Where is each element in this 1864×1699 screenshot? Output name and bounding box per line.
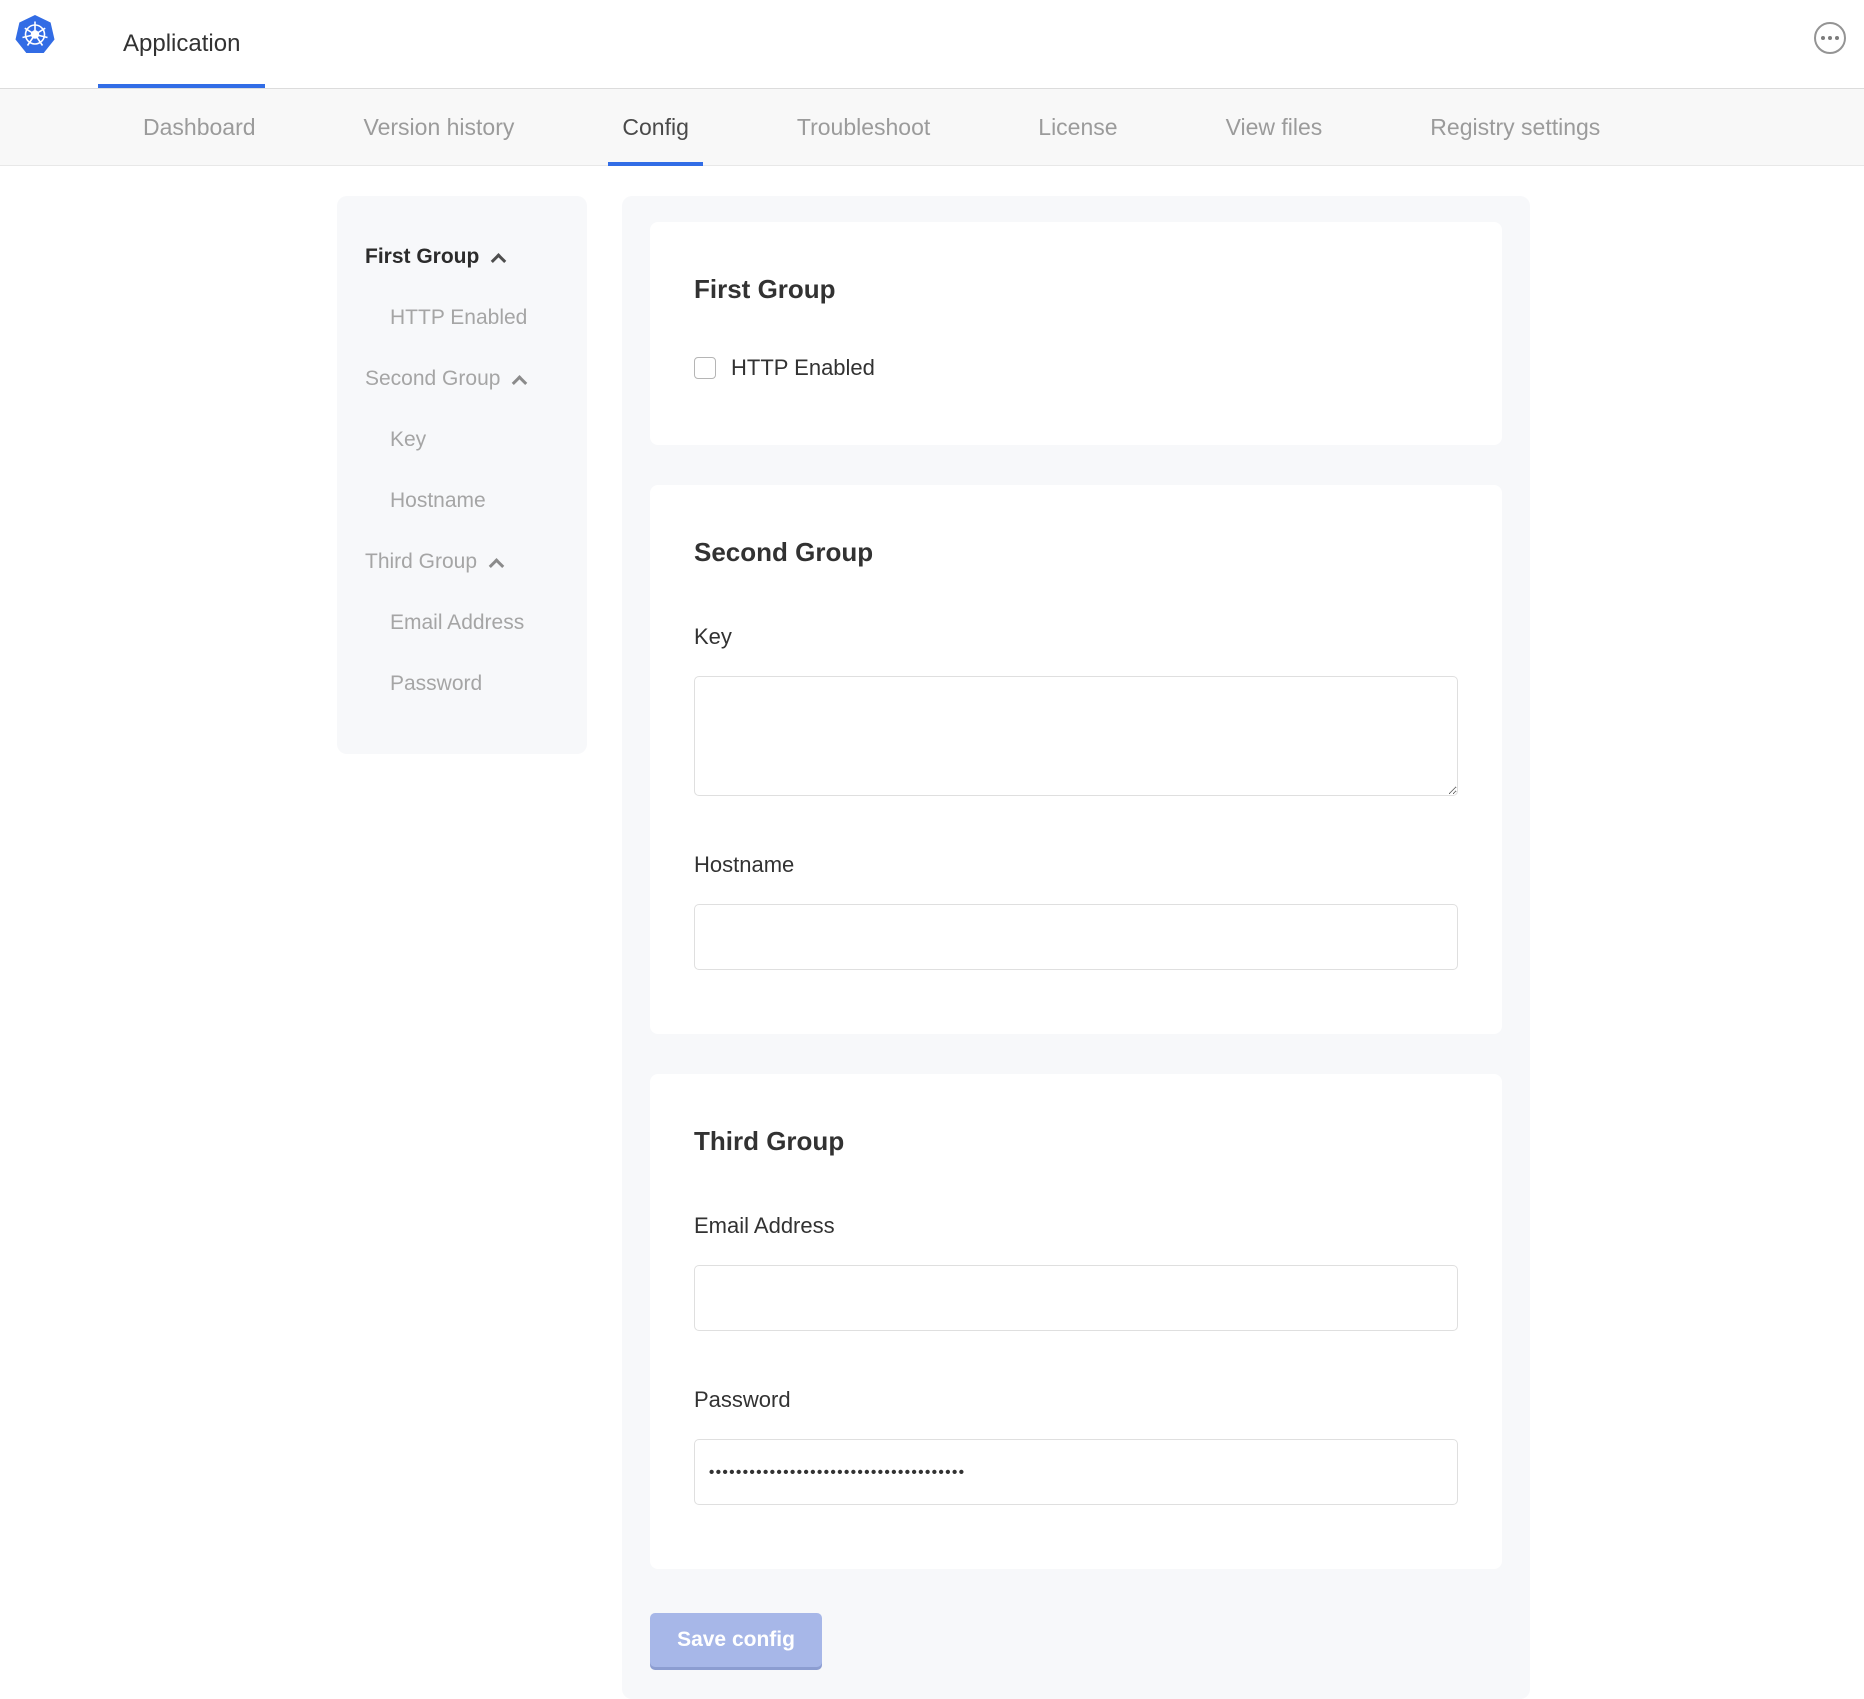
app-title: Application [123,30,240,58]
sidebar-item-label: Password [390,672,482,696]
key-field: Key [694,624,1458,796]
key-textarea[interactable] [694,676,1458,796]
chevron-up-icon [491,253,507,269]
sidebar-item-hostname[interactable]: Hostname [365,470,587,531]
password-input[interactable] [694,1439,1458,1505]
checkbox-label: HTTP Enabled [731,355,875,381]
sidebar-item-email-address[interactable]: Email Address [365,592,587,653]
tab-config[interactable]: Config [622,89,688,165]
password-field: Password [694,1387,1458,1505]
email-address-field: Email Address [694,1213,1458,1331]
email-address-input[interactable] [694,1265,1458,1331]
sidebar-item-http-enabled[interactable]: HTTP Enabled [365,287,587,348]
sidebar-item-label: Second Group [365,367,500,391]
hostname-input[interactable] [694,904,1458,970]
dot-icon [1835,36,1839,40]
overflow-menu-button[interactable] [1814,22,1846,54]
dot-icon [1821,36,1825,40]
sidebar-item-label: HTTP Enabled [390,306,527,330]
app-tabbar: Dashboard Version history Config Trouble… [0,88,1864,166]
tab-application[interactable]: Application [98,0,265,88]
http-enabled-row[interactable]: HTTP Enabled [694,355,1458,381]
http-enabled-checkbox[interactable] [694,357,716,379]
field-label-email-address: Email Address [694,1213,1458,1239]
chevron-up-icon [512,375,528,391]
config-sidebar: First Group HTTP Enabled Second Group Ke… [337,196,587,754]
config-group-first: First Group HTTP Enabled [650,222,1502,445]
hostname-field: Hostname [694,852,1458,970]
sidebar-item-label: Hostname [390,489,486,513]
group-title: First Group [694,274,1458,305]
config-group-third: Third Group Email Address Password [650,1074,1502,1569]
field-label-hostname: Hostname [694,852,1458,878]
sidebar-item-third-group[interactable]: Third Group [365,531,587,592]
group-title: Third Group [694,1126,1458,1157]
field-label-key: Key [694,624,1458,650]
tab-version-history[interactable]: Version history [364,89,515,165]
tab-troubleshoot[interactable]: Troubleshoot [797,89,930,165]
tab-registry-settings[interactable]: Registry settings [1430,89,1600,165]
chevron-up-icon [489,558,505,574]
sidebar-item-key[interactable]: Key [365,409,587,470]
config-form-panel: First Group HTTP Enabled Second Group Ke… [622,196,1530,1699]
tab-dashboard[interactable]: Dashboard [143,89,256,165]
sidebar-item-first-group[interactable]: First Group [365,226,587,287]
sidebar-item-password[interactable]: Password [365,653,587,714]
app-header: Application [0,0,1864,88]
tab-license[interactable]: License [1038,89,1117,165]
field-label-password: Password [694,1387,1458,1413]
tab-view-files[interactable]: View files [1226,89,1323,165]
save-config-button[interactable]: Save config [650,1613,822,1667]
sidebar-item-second-group[interactable]: Second Group [365,348,587,409]
kubernetes-logo-icon [14,14,56,56]
sidebar-item-label: First Group [365,245,479,269]
sidebar-item-label: Key [390,428,426,452]
sidebar-item-label: Email Address [390,611,524,635]
sidebar-item-label: Third Group [365,550,477,574]
group-title: Second Group [694,537,1458,568]
config-page: First Group HTTP Enabled Second Group Ke… [0,166,1864,1699]
config-group-second: Second Group Key Hostname [650,485,1502,1034]
dot-icon [1828,36,1832,40]
